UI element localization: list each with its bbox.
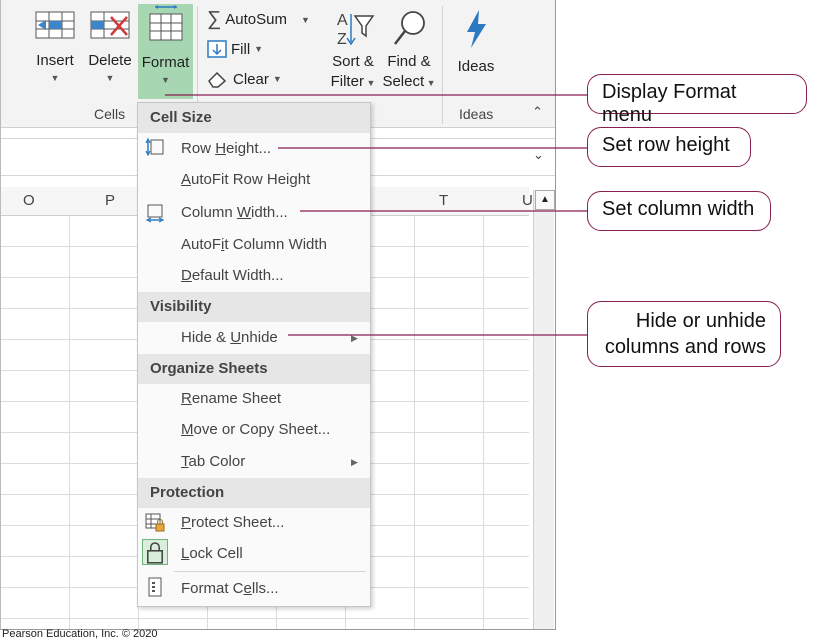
callout-hide-unhide: Hide or unhide columns and rows (587, 301, 781, 367)
callout-text: Set row height (602, 134, 730, 156)
callout-text: Set column width (602, 198, 755, 220)
callout-text: columns and rows (604, 336, 766, 358)
copyright-footer: Pearson Education, Inc. © 2020 (2, 628, 158, 640)
callout-set-column-width: Set column width (587, 191, 771, 231)
callout-text: Hide or unhide (635, 310, 766, 332)
callout-display-format-menu: Display Format menu (587, 74, 807, 126)
callout-set-row-height: Set row height (587, 127, 751, 167)
